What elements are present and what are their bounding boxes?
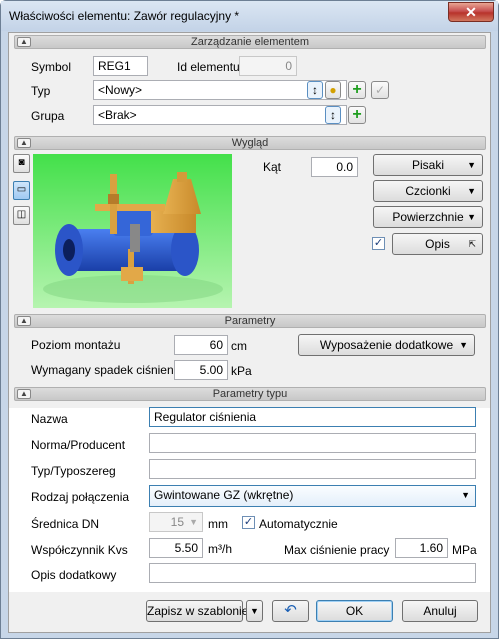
cancel-button[interactable]: Anuluj [402,600,478,622]
extra-description-label: Opis dodatkowy [31,568,117,582]
element-preview-image [33,154,232,308]
dropdown-arrow-icon: ▼ [467,186,476,196]
surfaces-button-label: Powierzchnie [392,210,464,224]
kvs-label: Współczynnik Kvs [31,543,128,557]
norm-label: Norma/Producent [31,438,126,452]
max-pressure-input[interactable]: 1.60 [395,538,448,558]
type-label: Typ [31,84,51,98]
pressure-drop-label: Wymagany spadek ciśnienia [31,363,183,377]
section-title: Parametry [224,315,276,327]
ok-button[interactable]: OK [316,600,393,622]
section-title: Parametry typu [212,388,288,400]
kvs-input[interactable]: 5.50 [149,538,203,558]
symbol-input[interactable]: REG1 [93,56,148,76]
type-scroll-icon[interactable]: ↕ [307,81,323,99]
pressure-drop-unit: kPa [231,364,252,378]
dropdown-arrow-icon: ▼ [467,160,476,170]
save-template-button[interactable]: Zapisz w szablonie [146,600,248,622]
pens-button[interactable]: Pisaki ▼ [373,154,483,176]
group-scroll-icon[interactable]: ↕ [325,106,341,124]
automatic-label: Automatycznie [259,517,338,531]
max-pressure-unit: MPa [452,543,477,557]
mount-level-unit: cm [231,339,247,353]
section-header-look[interactable]: ▲ Wygląd [14,136,486,150]
fonts-button[interactable]: Czcionki ▼ [373,180,483,202]
section-title: Zarządzanie elementem [190,36,309,48]
section-title: Wygląd [231,137,269,149]
section-header-management[interactable]: ▲ Zarządzanie elementem [14,35,486,49]
id-label: Id elementu [177,60,240,74]
pens-button-label: Pisaki [411,158,444,172]
description-button[interactable]: Opis ⇱ [392,233,483,255]
window-title: Właściwości elementu: Zawór regulacyjny … [9,9,240,23]
section-header-type-params[interactable]: ▲ Parametry typu [14,387,486,401]
dialog-body: ▲ Zarządzanie elementem Symbol REG1 Id e… [8,32,491,633]
diameter-value: 15 [170,515,184,529]
title-bar[interactable]: Właściwości elementu: Zawór regulacyjny … [1,1,498,31]
connection-type-select[interactable]: Gwintowane GZ (wkrętne) ▼ [149,485,476,507]
dialog-window: Właściwości elementu: Zawór regulacyjny … [0,0,499,639]
add-group-button[interactable]: + [348,106,366,124]
view-2d-icon[interactable]: ▭ [13,181,30,200]
view-3d-icon[interactable]: ◫ [13,206,30,225]
fonts-button-label: Czcionki [405,184,451,198]
mount-level-label: Poziom montażu [31,338,121,352]
open-icon: ⇱ [468,239,476,249]
automatic-checkbox[interactable]: ✓ [242,516,255,529]
close-button[interactable]: ✕ [448,2,494,22]
surfaces-button[interactable]: Powierzchnie ▼ [373,206,483,228]
undo-button[interactable]: ↶ [272,600,309,622]
extra-description-input[interactable] [149,563,476,583]
norm-input[interactable] [149,433,476,453]
angle-label: Kąt [263,160,282,174]
apply-type-button[interactable]: ✓ [371,81,389,99]
extra-equipment-label: Wyposażenie dodatkowe [319,338,454,352]
type-lamp-icon[interactable]: ● [325,81,341,99]
series-label: Typ/Typoszereg [31,464,116,478]
dropdown-arrow-icon: ▼ [459,340,468,350]
pressure-drop-input[interactable]: 5.00 [174,360,228,380]
id-input: 0 [239,56,297,76]
save-template-dropdown[interactable]: ▼ [246,600,263,622]
diameter-unit: mm [208,517,228,531]
name-label: Nazwa [31,412,68,426]
dropdown-arrow-icon: ▼ [467,212,476,222]
mount-level-input[interactable]: 60 [174,335,228,355]
diameter-select: 15 ▼ [149,512,203,532]
dropdown-arrow-icon: ▼ [189,517,198,527]
group-label: Grupa [31,109,65,123]
camera-icon[interactable]: ◙ [13,154,30,173]
connection-type-label: Rodzaj połączenia [31,490,130,504]
symbol-label: Symbol [31,60,72,74]
name-input[interactable]: Regulator ciśnienia [149,407,476,427]
kvs-unit: m³/h [208,542,232,556]
dropdown-arrow-icon: ▼ [461,490,470,500]
description-button-label: Opis [425,237,450,251]
dropdown-arrow-icon: ▼ [250,606,259,616]
series-input[interactable] [149,459,476,479]
diameter-label: Średnica DN [31,517,100,531]
undo-icon: ↶ [284,602,297,619]
extra-equipment-button[interactable]: Wyposażenie dodatkowe ▼ [298,334,475,356]
add-type-button[interactable]: + [348,81,366,99]
description-checkbox[interactable]: ✓ [372,237,385,250]
group-select[interactable]: <Brak> [93,105,347,125]
section-header-params[interactable]: ▲ Parametry [14,314,486,328]
max-pressure-label: Max ciśnienie pracy [284,543,390,557]
angle-input[interactable]: 0.0 [311,157,358,177]
connection-type-value: Gwintowane GZ (wkrętne) [154,488,294,502]
